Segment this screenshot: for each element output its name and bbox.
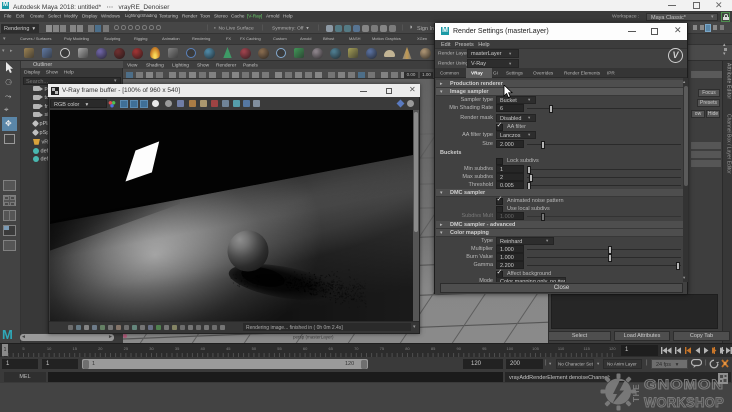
svg-text:70: 70 [354,346,359,351]
svg-text:105: 105 [532,346,539,351]
svg-text:15: 15 [72,346,77,351]
svg-text:35: 35 [175,346,180,351]
svg-text:40: 40 [200,346,205,351]
svg-text:110: 110 [558,346,565,351]
svg-text:85: 85 [431,346,436,351]
svg-text:30: 30 [149,346,154,351]
svg-text:55: 55 [277,346,282,351]
svg-text:75: 75 [380,346,385,351]
svg-text:95: 95 [482,346,487,351]
svg-text:45: 45 [226,346,231,351]
svg-text:90: 90 [456,346,461,351]
svg-text:THE: THE [631,384,641,402]
svg-text:20: 20 [98,346,103,351]
svg-text:WORKSHOP: WORKSHOP [644,395,724,410]
svg-text:115: 115 [584,346,591,351]
svg-text:65: 65 [328,346,333,351]
svg-text:5: 5 [22,346,25,351]
svg-text:120: 120 [609,346,616,351]
svg-text:60: 60 [303,346,308,351]
svg-text:25: 25 [124,346,129,351]
svg-text:GNOMON: GNOMON [644,377,724,392]
svg-text:80: 80 [405,346,410,351]
svg-text:100: 100 [507,346,514,351]
svg-text:10: 10 [47,346,52,351]
svg-text:50: 50 [252,346,257,351]
